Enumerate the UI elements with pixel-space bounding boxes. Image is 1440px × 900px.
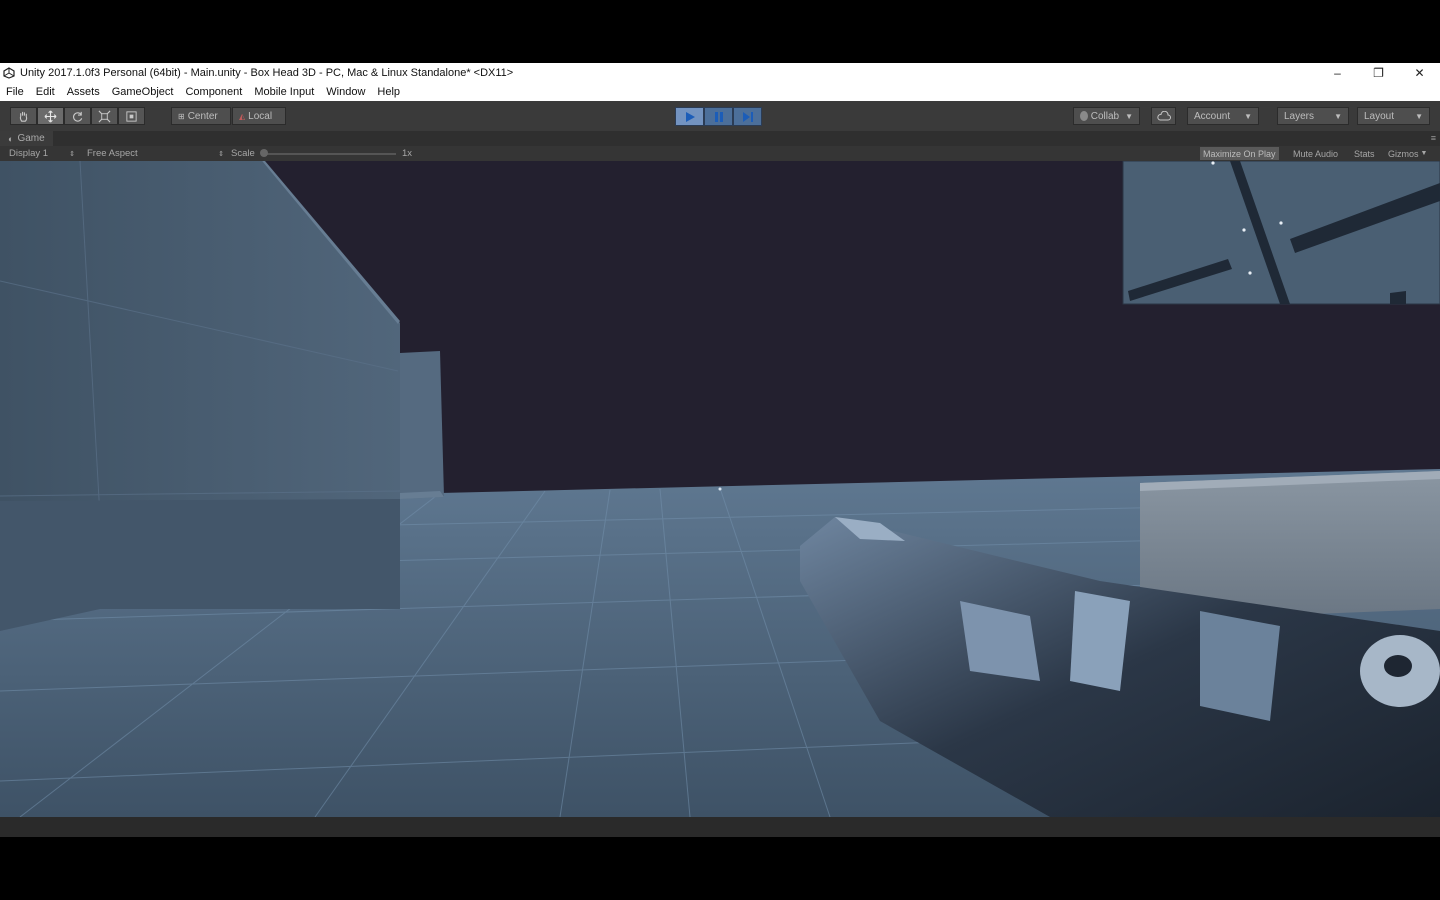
collab-check-icon [1080, 111, 1088, 121]
space-toggle[interactable]: ◭ Local [232, 107, 286, 125]
play-controls [675, 107, 762, 126]
maximize-on-play-toggle[interactable]: Maximize On Play [1200, 147, 1279, 160]
step-button[interactable] [733, 107, 762, 126]
tab-game-label: Game [17, 133, 45, 144]
crosshair-dot [718, 487, 722, 491]
play-icon [685, 111, 695, 122]
pivot-label: Center [187, 110, 218, 122]
scale-icon [98, 110, 111, 122]
aspect-dropdown[interactable]: Free Aspect ⇕ [87, 146, 224, 161]
pause-button[interactable] [704, 107, 733, 126]
weapon-panel [1070, 591, 1130, 691]
account-dropdown[interactable]: Account ▼ [1187, 107, 1259, 125]
rect-icon [126, 110, 137, 122]
gizmos-label: Gizmos [1388, 148, 1419, 159]
menu-mobile-input[interactable]: Mobile Input [248, 83, 320, 101]
hand-tool-button[interactable] [10, 107, 37, 125]
pivot-icon: ⊞ [178, 111, 185, 121]
transform-tools [10, 107, 145, 125]
menu-file[interactable]: File [0, 83, 30, 101]
display-dropdown[interactable]: Display 1 ⇕ [9, 146, 75, 161]
wall-segment [400, 351, 444, 499]
layers-label: Layers [1284, 110, 1315, 122]
menu-help[interactable]: Help [371, 83, 406, 101]
chevron-down-icon: ▼ [1420, 150, 1428, 157]
scale-slider-track[interactable] [264, 153, 396, 155]
account-label: Account [1194, 110, 1231, 122]
tab-game[interactable]: ◐ Game [0, 131, 53, 146]
weapon-panel [1200, 611, 1280, 721]
restore-button[interactable]: ❐ [1358, 63, 1399, 83]
hand-icon [19, 111, 28, 122]
chevron-down-icon: ▼ [1415, 111, 1423, 121]
panel-menu-icon[interactable]: ≡ [1431, 133, 1436, 143]
window-title: Unity 2017.1.0f3 Personal (64bit) - Main… [20, 67, 514, 79]
letterbox-top [0, 0, 1440, 63]
game-tab-bar: ◐ Game ≡ [0, 131, 1440, 146]
display-label: Display 1 [9, 148, 49, 159]
step-icon [742, 111, 753, 122]
menu-gameobject[interactable]: GameObject [106, 83, 180, 101]
stats-toggle[interactable]: Stats [1351, 147, 1378, 160]
play-button[interactable] [675, 107, 704, 126]
game-controller-icon: ◐ [8, 133, 14, 144]
minimize-button[interactable]: – [1317, 63, 1358, 83]
updown-icon: ⇕ [218, 150, 224, 158]
scale-slider-handle[interactable] [260, 149, 268, 157]
collab-label: Collab [1090, 110, 1120, 122]
game-viewport[interactable] [0, 161, 1440, 817]
close-button[interactable]: ✕ [1399, 63, 1440, 83]
rotate-icon [73, 111, 83, 122]
move-tool-button[interactable] [37, 107, 64, 125]
main-toolbar: ⊞ Center ◭ Local Collab ▼ Account ▼ Laye… [0, 101, 1440, 132]
scale-tool-button[interactable] [91, 107, 118, 125]
gizmos-dropdown[interactable]: Gizmos ▼ [1385, 147, 1430, 160]
game-view-toolbar: Display 1 ⇕ Free Aspect ⇕ Scale 1x Maxim… [0, 146, 1440, 161]
letterbox-bottom [0, 837, 1440, 900]
menu-assets[interactable]: Assets [61, 83, 106, 101]
game-scene [0, 161, 1440, 817]
menu-component[interactable]: Component [179, 83, 248, 101]
scale-label: Scale [231, 148, 255, 159]
menu-window[interactable]: Window [320, 83, 371, 101]
rotate-tool-button[interactable] [64, 107, 91, 125]
scope-lens [1384, 655, 1412, 677]
layout-dropdown[interactable]: Layout ▼ [1357, 107, 1430, 125]
window-controls: – ❐ ✕ [1317, 63, 1440, 83]
mute-audio-toggle[interactable]: Mute Audio [1290, 147, 1341, 160]
menu-bar: File Edit Assets GameObject Component Mo… [0, 83, 1440, 101]
chevron-down-icon: ▼ [1334, 111, 1342, 121]
aspect-label: Free Aspect [87, 148, 138, 159]
layout-label: Layout [1364, 110, 1395, 122]
space-label: Local [248, 110, 273, 122]
pause-icon [714, 111, 723, 122]
layers-dropdown[interactable]: Layers ▼ [1277, 107, 1349, 125]
updown-icon: ⇕ [69, 150, 75, 158]
pivot-toggle[interactable]: ⊞ Center [171, 107, 231, 125]
move-icon [44, 110, 57, 122]
collab-dropdown[interactable]: Collab ▼ [1073, 107, 1140, 125]
chevron-down-icon: ▼ [1244, 111, 1252, 121]
cloud-button[interactable] [1151, 107, 1176, 125]
scale-value: 1x [402, 148, 413, 159]
window-titlebar: Unity 2017.1.0f3 Personal (64bit) - Main… [0, 63, 1440, 83]
status-bar [0, 817, 1440, 837]
menu-edit[interactable]: Edit [30, 83, 61, 101]
cloud-icon [1156, 111, 1171, 121]
space-icon: ◭ [239, 111, 246, 121]
chevron-down-icon: ▼ [1125, 111, 1133, 121]
unity-logo-icon [3, 67, 15, 79]
rect-tool-button[interactable] [118, 107, 145, 125]
